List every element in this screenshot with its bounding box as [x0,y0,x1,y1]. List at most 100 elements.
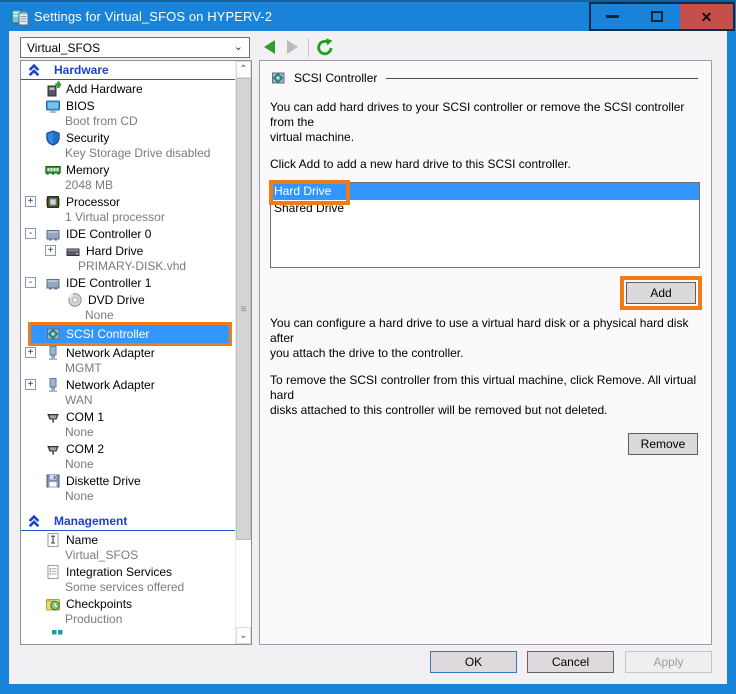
item-sublabel: Virtual_SFOS [21,548,236,563]
item-sublabel: WAN [21,393,236,408]
processor-icon [45,194,61,210]
sidebar-item-bios[interactable]: BIOS [21,97,236,114]
cancel-button[interactable]: Cancel [527,651,614,673]
item-label: Diskette Drive [66,474,141,488]
item-sublabel: None [21,457,236,472]
panel-title: SCSI Controller [294,71,377,85]
ok-button[interactable]: OK [430,651,517,673]
scroll-up-icon: ⌃ [239,64,247,75]
shield-icon [45,130,61,146]
close-icon: ✕ [701,10,713,24]
collapse-minus-icon[interactable]: - [25,277,36,288]
item-sublabel: Some services offered [21,580,236,595]
sidebar-item-com2[interactable]: COM 2 [21,440,236,457]
expand-plus-icon[interactable]: + [25,347,36,358]
bios-icon [45,98,61,114]
item-label: Security [66,131,109,145]
section-header-management[interactable]: Management [21,512,236,531]
collapse-chevrons-icon [27,63,41,77]
item-sublabel: Key Storage Drive disabled [21,146,236,161]
sidebar-item-processor[interactable]: + Processor [21,193,236,210]
item-label: Memory [66,163,109,177]
back-icon[interactable] [264,40,275,54]
network-adapter-icon [45,345,61,361]
expand-plus-icon[interactable]: + [25,196,36,207]
com-port-icon [45,441,61,457]
remove-button-row: Remove [270,433,699,455]
sidebar-item-network-adapter-mgmt[interactable]: + Network Adapter [21,344,236,361]
expand-plus-icon[interactable]: + [25,379,36,390]
scroll-down-icon: ⌄ [239,630,247,641]
refresh-icon[interactable] [316,38,334,56]
listbox-item-label: Shared Drive [274,201,344,215]
remove-button[interactable]: Remove [628,433,698,455]
item-label: COM 1 [66,410,104,424]
network-adapter-icon [45,377,61,393]
sidebar-item-diskette-drive[interactable]: Diskette Drive [21,472,236,489]
listbox-item-label: Hard Drive [274,184,331,198]
add-hardware-icon [45,81,61,97]
scrollbar-thumb[interactable]: ≡ [236,78,251,540]
scsi-controller-panel: SCSI Controller You can add hard drives … [259,60,712,645]
item-label: Network Adapter [66,346,155,360]
checkpoints-icon [45,596,61,612]
item-label: IDE Controller 1 [66,276,151,290]
sidebar-item-name[interactable]: Name [21,531,236,548]
item-sublabel: Boot from CD [21,114,236,129]
ide-controller-icon [45,275,61,291]
sidebar-item-memory[interactable]: Memory [21,161,236,178]
sidebar-item-hard-drive[interactable]: + Hard Drive [21,242,236,259]
minimize-icon [606,15,619,18]
scroll-up-button[interactable]: ⌃ [236,61,251,78]
sidebar-item-dvd-drive[interactable]: DVD Drive [21,291,236,308]
ide-controller-icon [45,226,61,242]
listbox-item-shared-drive[interactable]: Shared Drive [271,200,699,217]
item-label: Name [66,533,98,547]
add-button[interactable]: Add [626,282,696,304]
sidebar-item-checkpoints[interactable]: Checkpoints [21,595,236,612]
item-label: BIOS [66,99,95,113]
sidebar-item-ide-controller-0[interactable]: - IDE Controller 0 [21,225,236,242]
item-sublabel: 1 Virtual processor [21,210,236,225]
sidebar-item-ide-controller-1[interactable]: - IDE Controller 1 [21,274,236,291]
expand-plus-icon[interactable]: + [45,245,56,256]
listbox-item-hard-drive[interactable]: Hard Drive [271,183,699,200]
sidebar-scrollbar[interactable]: ⌃ ≡ ⌄ [235,61,251,644]
section-header-hardware[interactable]: Hardware [21,61,236,80]
collapse-minus-icon[interactable]: - [25,228,36,239]
panel-text-remove: To remove the SCSI controller from this … [270,373,699,418]
close-button[interactable]: ✕ [680,2,735,31]
minimize-button[interactable] [589,2,636,31]
item-label: IDE Controller 0 [66,227,151,241]
item-label: COM 2 [66,442,104,456]
sidebar-item-partial[interactable] [21,630,236,639]
sidebar-item-scsi-controller[interactable]: SCSI Controller [21,323,236,344]
vm-selector-dropdown[interactable]: Virtual_SFOS ⌄ [20,37,250,58]
thumb-grip-icon: ≡ [241,304,247,315]
sidebar-item-network-adapter-wan[interactable]: + Network Adapter [21,376,236,393]
scsi-controller-icon [45,326,61,342]
forward-icon[interactable] [287,40,298,54]
memory-icon [45,162,61,178]
scroll-down-button[interactable]: ⌄ [236,627,251,644]
item-sublabel: None [21,489,236,504]
item-label: Hard Drive [86,244,143,258]
drive-type-listbox[interactable]: Hard Drive Shared Drive [270,182,700,268]
dialog-content: Virtual_SFOS ⌄ Hardware Add Hardware [9,31,727,684]
sidebar-item-security[interactable]: Security [21,129,236,146]
item-label: Integration Services [66,565,172,579]
apply-button[interactable]: Apply [625,651,712,673]
maximize-button[interactable] [634,2,682,31]
item-label: Processor [66,195,120,209]
panel-text-add-drives: You can add hard drives to your SCSI con… [270,100,699,145]
add-button-row: Add [270,282,699,304]
sidebar-item-add-hardware[interactable]: Add Hardware [21,80,236,97]
smart-paging-icon [49,630,65,639]
item-sublabel: None [21,425,236,440]
hardware-tree: Hardware Add Hardware BIOS Boot from CD [21,61,236,644]
sidebar-item-integration-services[interactable]: Integration Services [21,563,236,580]
sidebar-item-com1[interactable]: COM 1 [21,408,236,425]
integration-services-icon [45,564,61,580]
section-label: Management [54,514,127,528]
item-label: SCSI Controller [66,327,149,341]
